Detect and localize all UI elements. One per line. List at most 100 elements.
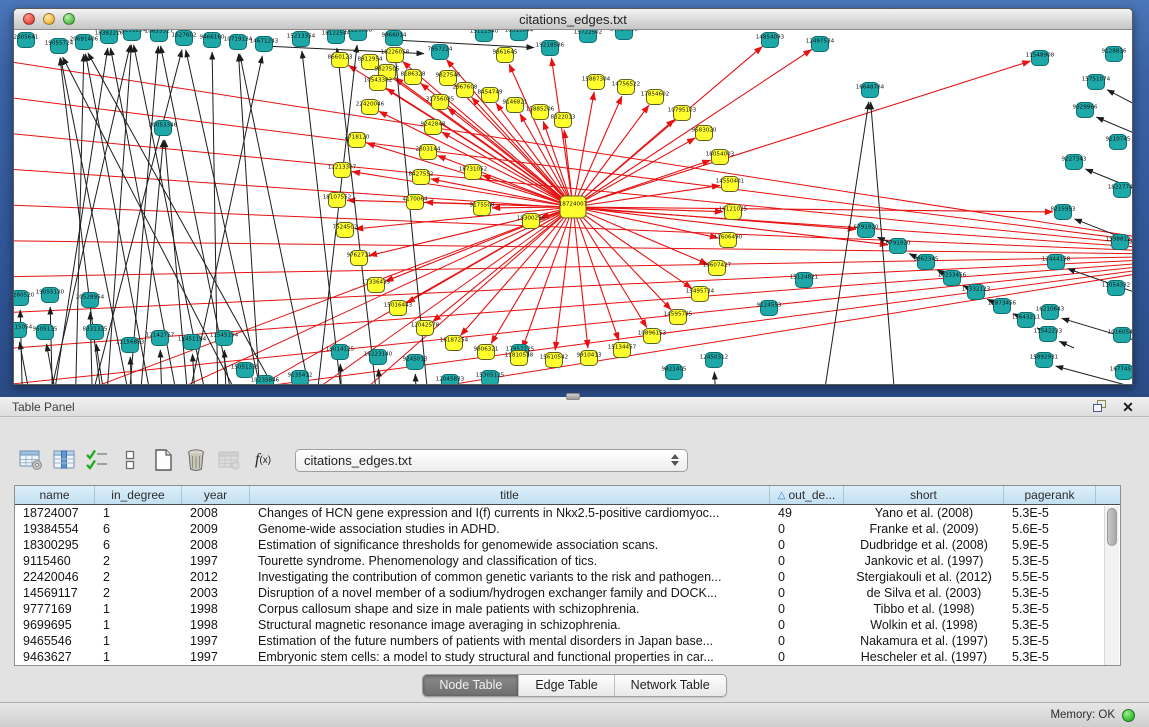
table-cell: 5.5E-5 [1004,569,1096,585]
graph-node-label: 9861645 [493,50,518,56]
graph-node-label: 9128836 [1102,49,1127,55]
graph-node-label: 18731052 [459,167,487,173]
network-table-select[interactable]: citations_edges.txt [295,449,688,472]
graph-node-label: 11606490 [714,235,743,241]
splitter-grip[interactable] [566,393,580,400]
table-vertical-scrollbar[interactable] [1104,506,1119,665]
table-cell: Embryonic stem cells: a model to study s… [250,649,770,665]
graph-node-label: 15722502 [574,30,602,36]
graph-node-label: 9827546 [436,73,461,79]
delete-table-button-disabled [212,445,245,475]
table-row[interactable]: 1456911722003Disruption of a novel membe… [15,585,1120,601]
column-header-year[interactable]: year [182,486,250,504]
graph-node-label: 10719134 [224,37,253,43]
graph-node-label: 16648784 [856,85,885,91]
table-cell: 0 [770,553,844,569]
table-cell: Genome-wide association studies in ADHD. [250,521,770,537]
graph-node-label: 15305135 [476,373,505,379]
graph-node-label: 18313044 [505,30,534,34]
graph-node-label: 11251254 [118,30,147,34]
float-panel-icon[interactable] [1091,400,1109,414]
table-row[interactable]: 1830029562008Estimation of significance … [15,537,1120,553]
create-new-column-button[interactable] [146,445,179,475]
table-cell: Structural magnetic resonance image aver… [250,617,770,633]
graph-node-label: 19055130 [36,290,65,296]
graph-node-label: 20053346 [149,123,178,129]
graph-node-label: 11542233 [1034,329,1063,335]
graph-node-label: 15751074 [1082,77,1111,83]
graph-node-label: 11810538 [505,353,534,359]
table-mode-options-button[interactable] [14,445,47,475]
graph-node-label: 12213387 [328,165,357,171]
graph-edge [74,54,84,385]
zoom-window-button[interactable] [63,13,75,25]
graph-node-label: 15122540 [470,30,499,35]
graph-edge [573,207,856,229]
graph-node-label: 16210643 [1036,307,1065,313]
tab-edge-table[interactable]: Edge Table [519,675,614,696]
graph-node-label: 14671243 [250,39,279,45]
table-row[interactable]: 946554611997Estimation of the future num… [15,633,1120,649]
table-cell: 5.3E-5 [1004,553,1096,569]
tab-node-table[interactable]: Node Table [423,675,519,696]
column-header-out-degree[interactable]: △out_de... [770,486,844,504]
table-row[interactable]: 977716911998Corpus callosum shape and si… [15,601,1120,617]
table-cell: 2003 [182,585,250,601]
minimize-window-button[interactable] [43,13,55,25]
graph-node-label: 10607427 [703,263,732,269]
graph-node-label: 14332123 [962,287,991,293]
graph-node-label: 18054003 [706,152,735,158]
graph-node-label: 8215953 [1051,207,1076,213]
delete-columns-button[interactable] [179,445,212,475]
graph-node-label: 9124553 [757,303,782,309]
graph-node-label: 19218586 [536,43,565,49]
table-cell: 5.6E-5 [1004,521,1096,537]
table-row[interactable]: 969969511998Structural magnetic resonanc… [15,617,1120,633]
graph-node-label: 8331325 [83,327,108,333]
table-cell: 1 [95,617,182,633]
graph-node-label: 14550401 [716,179,745,185]
table-cell: de Silva et al. (2003) [844,585,1004,601]
tab-network-table[interactable]: Network Table [615,675,726,696]
table-cell: 2008 [182,505,250,521]
table-cell: 5.3E-5 [1004,617,1096,633]
column-header-in-degree[interactable]: in_degree [95,486,182,504]
graph-edge [415,374,419,385]
column-header-title[interactable]: title [250,486,770,504]
graph-node-label: 8454749 [478,90,503,96]
table-cell: Franke et al. (2009) [844,521,1004,537]
graph-node-label: 18227743 [1108,185,1133,191]
citation-network-graph[interactable]: 2305641190557242069140618382216112512541… [14,30,1133,385]
memory-status-label: Memory: OK [1050,709,1115,721]
clear-selection-button[interactable] [113,445,146,475]
table-cell: 9463627 [15,649,95,665]
table-row[interactable]: 1872400712008Changes of HCN gene express… [15,505,1120,521]
graph-node-label: 16223140 [364,352,393,358]
table-cell: 0 [770,617,844,633]
network-view-canvas[interactable]: 2305641190557242069140618382216112512541… [14,30,1133,385]
column-header-pagerank[interactable]: pagerank [1004,486,1096,504]
table-row[interactable]: 911546021997Tourette syndrome. Phenomeno… [15,553,1120,569]
table-row[interactable]: 2242004622012Investigating the contribut… [15,569,1120,585]
column-header-short[interactable]: short [844,486,1004,504]
select-all-rows-button[interactable] [80,445,113,475]
table-panel-titlebar[interactable]: Table Panel ✕ [0,397,1149,417]
scrollbar-thumb[interactable] [1107,508,1117,546]
table-cell: 18300295 [15,537,95,553]
function-builder-button[interactable]: f(x) [245,445,281,475]
table-cell: 5.3E-5 [1004,505,1096,521]
table-cell: 0 [770,649,844,665]
table-row[interactable]: 946362711997Embryonic stem cells: a mode… [15,649,1120,665]
table-cell: 1 [95,601,182,617]
network-window[interactable]: citations_edges.txt 23056411905572420691… [13,8,1133,385]
show-column-button[interactable] [47,445,80,475]
graph-node-label: 15495734 [686,289,715,295]
close-window-button[interactable] [23,13,35,25]
graph-node-label: 8322013 [551,115,576,121]
network-window-titlebar[interactable]: citations_edges.txt [14,9,1132,30]
graph-edge [1059,341,1074,348]
column-header-name[interactable]: name [15,486,95,504]
graph-edge [19,342,42,385]
close-panel-icon[interactable]: ✕ [1119,400,1137,414]
table-row[interactable]: 1938455462009Genome-wide association stu… [15,521,1120,537]
